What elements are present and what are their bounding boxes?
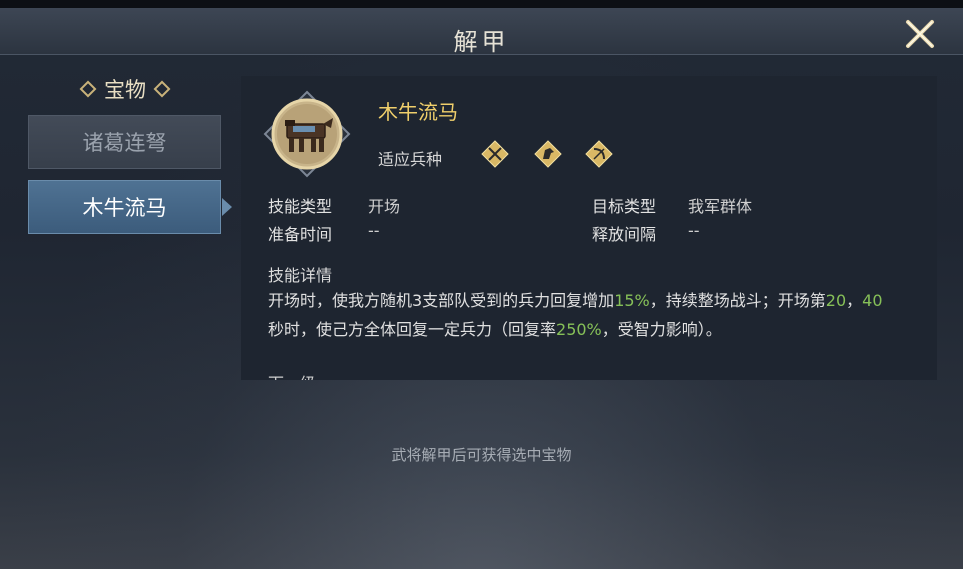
item-emblem: [263, 90, 351, 178]
dialog-root: 解甲 宝物 诸葛连弩 木牛流马 木牛流马 适应兵种 技能类型 开场 目标类型 我…: [0, 0, 963, 569]
skill-description: 开场时，使我方随机3支部队受到的兵力回复增加15%，持续整场战斗；开场第20，4…: [268, 286, 896, 344]
sidebar-item-zhuge-crossbow[interactable]: 诸葛连弩: [28, 115, 221, 169]
desc-value: 20: [825, 291, 847, 310]
crossed-spears-icon: [481, 140, 509, 168]
skill-type-value: 开场: [368, 197, 401, 216]
bow-icon: [585, 140, 613, 168]
close-button[interactable]: [902, 16, 938, 52]
release-interval-value: --: [688, 221, 700, 240]
target-type-row: 目标类型 我军群体: [592, 193, 752, 217]
desc-text: 开场时，使我方随机3支部队受到的兵力回复增加: [268, 291, 615, 310]
footer-hint: 武将解甲后可获得选中宝物: [391, 446, 572, 464]
desc-value: 15%: [614, 291, 650, 310]
close-icon: [906, 20, 934, 48]
target-type-key: 目标类型: [592, 197, 657, 216]
prep-time-value: --: [368, 221, 380, 240]
target-type-value: 我军群体: [688, 197, 753, 216]
skill-type-key: 技能类型: [268, 197, 333, 216]
sidebar-section-title: 宝物: [28, 74, 222, 104]
diamond-ornament-icon: [79, 80, 97, 98]
prep-time-row: 准备时间 --: [268, 221, 380, 245]
desc-text: ，持续整场战斗；开场第: [649, 291, 826, 310]
next-level-label: 下一级: [268, 370, 316, 380]
dialog-title: 解甲: [453, 28, 510, 56]
desc-text: ，: [846, 291, 863, 310]
item-name: 木牛流马: [378, 100, 458, 124]
release-interval-key: 释放间隔: [592, 225, 657, 244]
horse-head-icon: [534, 140, 562, 168]
release-interval-row: 释放间隔 --: [592, 221, 700, 245]
troop-type-label: 适应兵种: [378, 150, 443, 169]
prep-time-key: 准备时间: [268, 225, 333, 244]
desc-text: 秒时，使己方全体回复一定兵力（回复率: [268, 320, 557, 339]
desc-text: ，受智力影响）。: [601, 320, 722, 339]
skill-type-row: 技能类型 开场: [268, 193, 400, 217]
top-band: [0, 0, 963, 8]
wooden-ox-icon: [263, 90, 351, 178]
selected-arrow-icon: [222, 198, 232, 216]
sidebar-section-label: 宝物: [104, 78, 146, 102]
detail-panel: 木牛流马 适应兵种 技能类型 开场 目标类型 我军群体 准备时间 -- 释放间隔…: [241, 76, 937, 380]
desc-value: 40: [862, 291, 883, 310]
diamond-ornament-icon: [153, 80, 171, 98]
desc-value: 250%: [556, 320, 602, 339]
skill-detail-title: 技能详情: [268, 266, 333, 285]
title-bar: 解甲: [0, 8, 963, 56]
sidebar-item-wooden-ox[interactable]: 木牛流马: [28, 180, 221, 234]
